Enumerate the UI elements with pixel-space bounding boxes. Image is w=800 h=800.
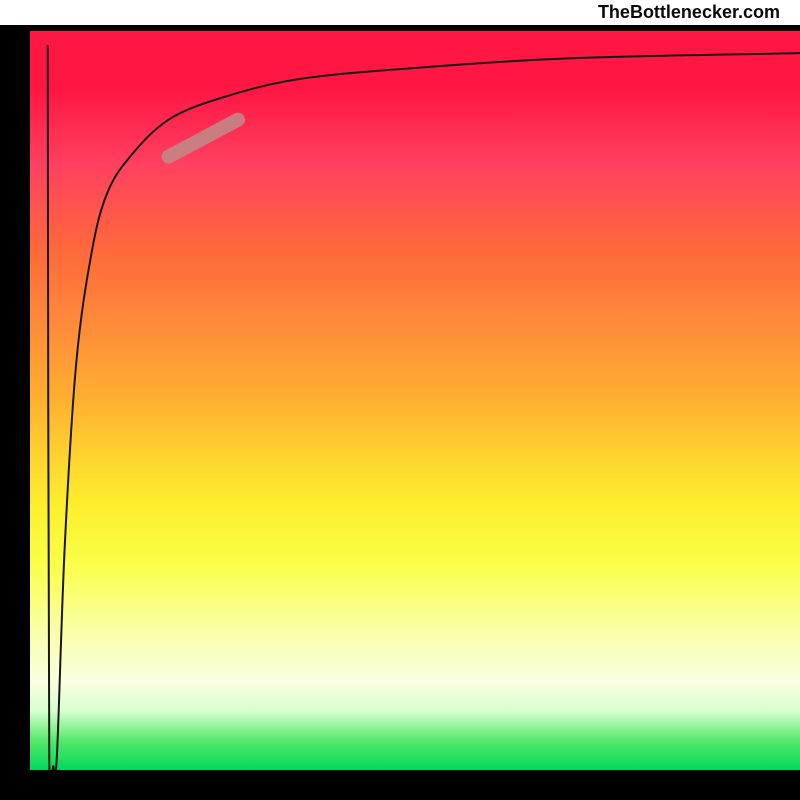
- chart-row: [0, 31, 800, 770]
- watermark: TheBottlenecker.com: [0, 0, 800, 25]
- plot-area: [30, 31, 800, 770]
- left-border: [0, 31, 30, 770]
- chart-svg: [30, 31, 800, 770]
- bottleneck-curve: [48, 46, 800, 770]
- highlight-segment: [169, 120, 238, 157]
- bottom-border: [0, 770, 800, 800]
